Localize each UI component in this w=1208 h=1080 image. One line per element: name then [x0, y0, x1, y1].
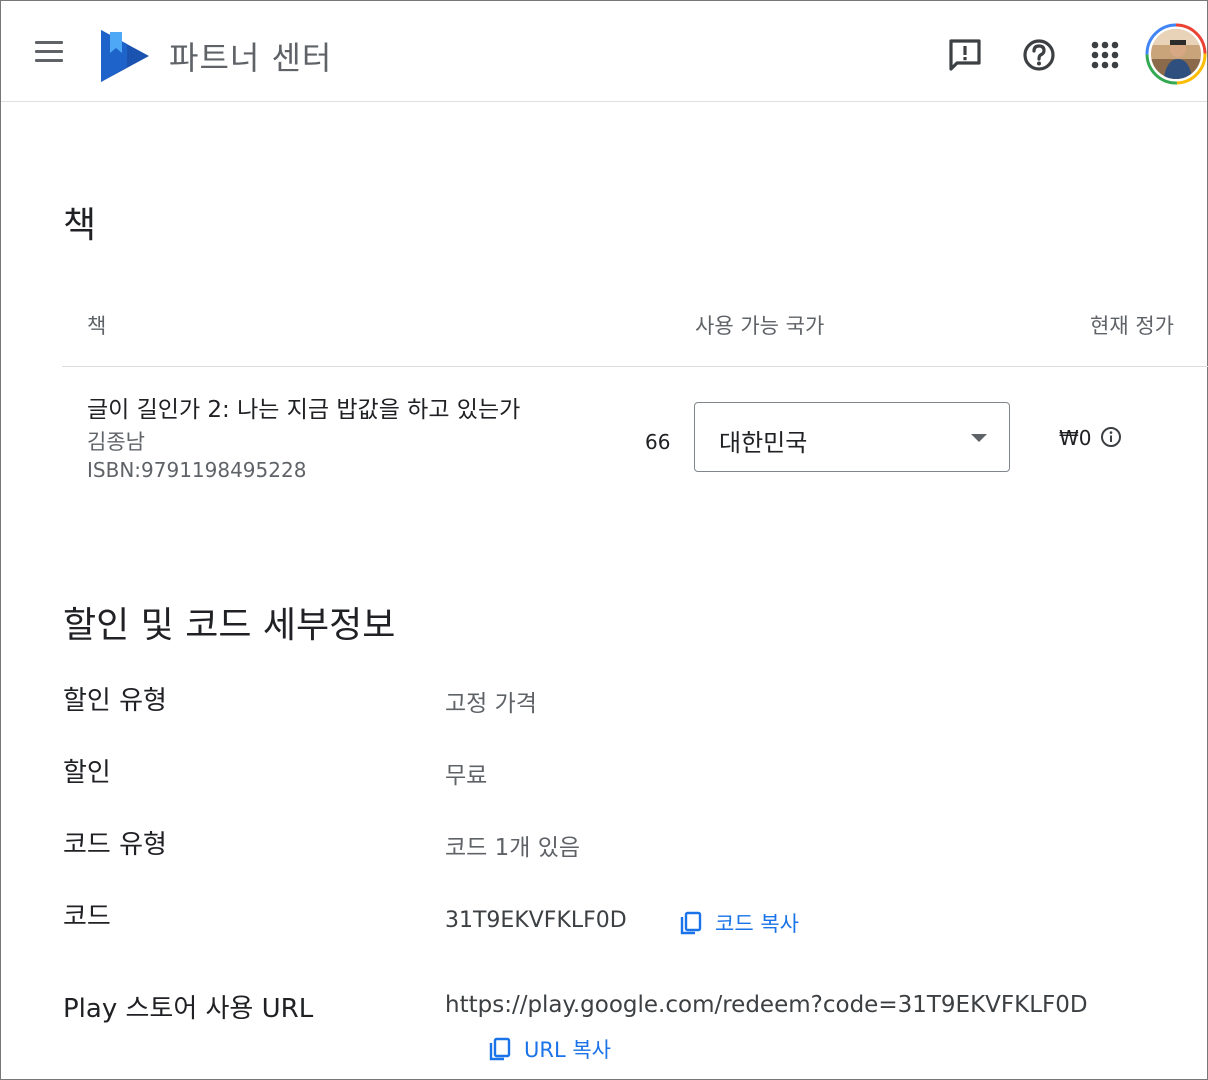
top-app-bar: 파트너 센터: [1, 1, 1207, 102]
table-divider: [62, 366, 1208, 367]
country-select[interactable]: 대한민국: [694, 402, 1010, 472]
book-isbn: ISBN:9791198495228: [87, 458, 307, 482]
book-author: 김종남: [87, 430, 145, 454]
current-price: ₩0: [1059, 426, 1092, 450]
copy-icon: [680, 911, 702, 935]
info-icon[interactable]: [1100, 426, 1122, 448]
help-icon[interactable]: [1021, 37, 1057, 73]
column-header-countries: 사용 가능 국가: [695, 314, 825, 338]
play-books-logo: [101, 30, 149, 82]
copy-url-button[interactable]: URL 복사: [488, 1034, 611, 1064]
app-title: 파트너 센터: [169, 39, 333, 77]
country-select-value: 대한민국: [719, 429, 808, 457]
copy-url-label: URL 복사: [524, 1038, 611, 1062]
column-header-book: 책: [87, 314, 107, 338]
discount-type-value: 고정 가격: [445, 691, 537, 717]
play-url-label: Play 스토어 사용 URL: [63, 994, 314, 1024]
apps-grid-icon[interactable]: [1087, 37, 1123, 73]
code-type-value: 코드 1개 있음: [445, 835, 581, 861]
discount-section-title: 할인 및 코드 세부정보: [63, 605, 396, 646]
menu-icon[interactable]: [35, 41, 65, 63]
dropdown-arrow-icon: [971, 434, 987, 442]
discount-value: 무료: [445, 763, 488, 789]
code-value: 31T9EKVFKLF0D: [445, 908, 627, 933]
column-header-price: 현재 정가: [1090, 314, 1174, 338]
copy-code-label: 코드 복사: [715, 912, 799, 936]
country-count: 66: [645, 430, 671, 454]
discount-label: 할인: [63, 758, 111, 788]
book-title: 글이 길인가 2: 나는 지금 밥값을 하고 있는가: [87, 397, 521, 423]
code-label: 코드: [63, 902, 111, 932]
play-url-value: https://play.google.com/redeem?code=31T9…: [445, 992, 1088, 1018]
copy-icon: [489, 1037, 511, 1061]
discount-type-label: 할인 유형: [63, 686, 167, 716]
books-section-title: 책: [63, 205, 97, 246]
code-type-label: 코드 유형: [63, 830, 167, 860]
account-avatar[interactable]: [1145, 23, 1207, 85]
copy-code-button[interactable]: 코드 복사: [679, 908, 799, 938]
feedback-icon[interactable]: [947, 37, 983, 73]
